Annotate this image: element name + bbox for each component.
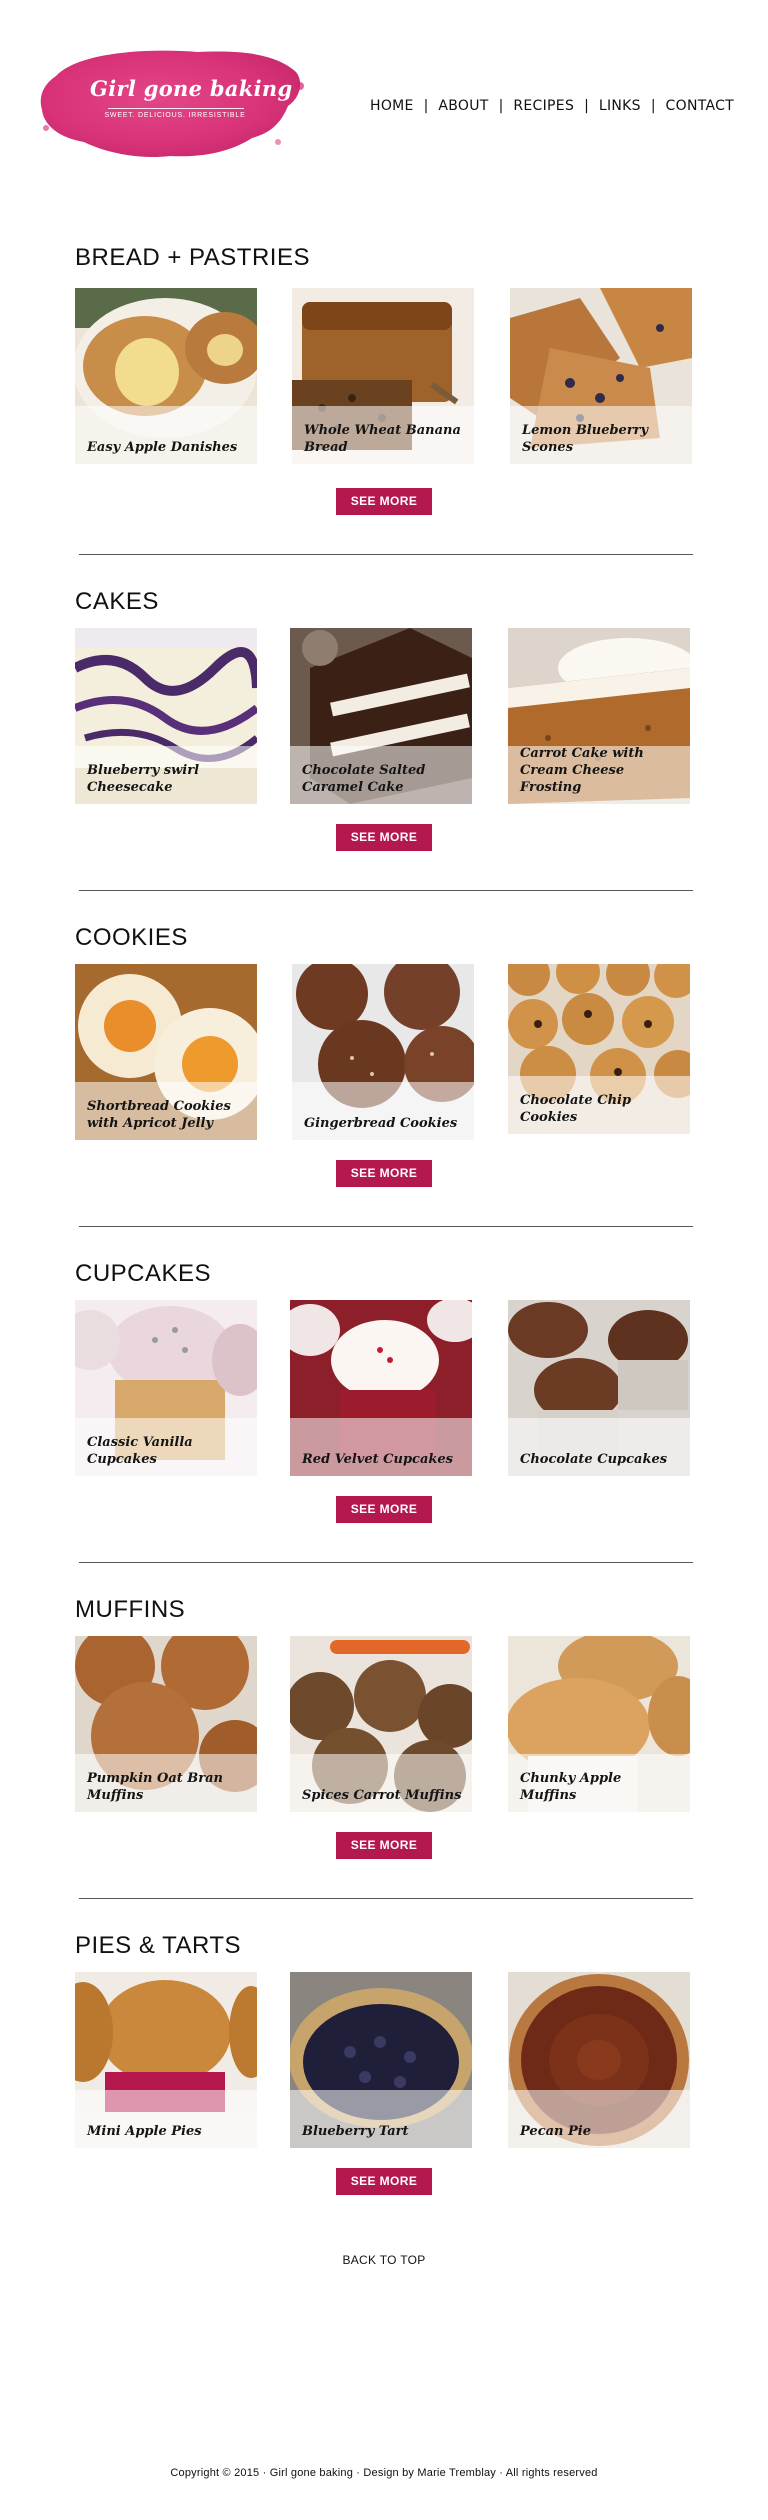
section-title: COOKIES [75, 924, 188, 951]
logo-tagline: SWEET. DELICIOUS. IRRESISTIBLE [104, 112, 246, 119]
recipe-card[interactable]: Chunky Apple Muffins [508, 1636, 690, 1812]
see-more-button[interactable]: SEE MORE [336, 1160, 432, 1187]
see-more-button[interactable]: SEE MORE [336, 488, 432, 515]
logo-title: Girl gone baking [90, 76, 293, 101]
nav-about[interactable]: ABOUT [438, 98, 488, 114]
nav-separator: | [650, 98, 656, 114]
nav-links[interactable]: LINKS [599, 98, 641, 114]
section-divider [79, 554, 693, 555]
recipe-card[interactable]: Chocolate Chip Cookies [508, 964, 690, 1140]
recipe-title: Shortbread Cookies with Apricot Jelly [87, 1099, 231, 1131]
recipe-title: Chunky Apple Muffins [520, 1771, 622, 1803]
section-divider [79, 1226, 693, 1227]
nav-home[interactable]: HOME [370, 98, 414, 114]
recipe-card[interactable]: Blueberry swirl Cheesecake [75, 628, 257, 804]
see-more-button[interactable]: SEE MORE [336, 824, 432, 851]
see-more-button[interactable]: SEE MORE [336, 1496, 432, 1523]
recipe-title: Pecan Pie [520, 2124, 591, 2139]
recipe-title: Red Velvet Cupcakes [302, 1452, 453, 1467]
nav-recipes[interactable]: RECIPES [513, 98, 574, 114]
recipe-title: Carrot Cake with Cream Cheese Frosting [520, 746, 644, 795]
footer-copyright: Copyright © 2015 · Girl gone baking · De… [170, 2467, 598, 2479]
recipe-card[interactable]: Chocolate Cupcakes [508, 1300, 690, 1476]
section-divider [79, 890, 693, 891]
logo-divider [108, 108, 244, 109]
recipe-title: Pumpkin Oat Bran Muffins [87, 1771, 223, 1803]
recipe-card[interactable]: Pumpkin Oat Bran Muffins [75, 1636, 257, 1812]
section-title: PIES & TARTS [75, 1932, 242, 1959]
recipe-card[interactable]: Classic Vanilla Cupcakes [75, 1300, 257, 1476]
recipe-title: Blueberry swirl Cheesecake [87, 763, 200, 795]
recipe-card[interactable]: Spices Carrot Muffins [290, 1636, 472, 1812]
recipe-title: Chocolate Salted Caramel Cake [302, 763, 426, 795]
section-title: CAKES [75, 588, 159, 615]
back-to-top: BACK TO TOP [0, 2253, 768, 2267]
main-nav: HOME | ABOUT | RECIPES | LINKS | CONTACT [370, 97, 734, 115]
nav-separator: | [423, 98, 429, 114]
recipe-title: Lemon Blueberry Scones [522, 423, 649, 455]
nav-contact[interactable]: CONTACT [666, 98, 735, 114]
recipe-card[interactable]: Blueberry Tart [290, 1972, 472, 2148]
back-to-top-link[interactable]: BACK TO TOP [342, 2253, 425, 2267]
recipe-card[interactable]: Mini Apple Pies [75, 1972, 257, 2148]
recipe-card[interactable]: Red Velvet Cupcakes [290, 1300, 472, 1476]
recipe-title: Whole Wheat Banana Bread [304, 423, 461, 455]
recipe-card[interactable]: Lemon Blueberry Scones [510, 288, 692, 464]
section-divider [79, 1562, 693, 1563]
logo[interactable]: Girl gone baking SWEET. DELICIOUS. IRRES… [38, 46, 308, 164]
recipe-card[interactable]: Shortbread Cookies with Apricot Jelly [75, 964, 257, 1140]
recipe-title: Gingerbread Cookies [304, 1116, 458, 1131]
nav-separator: | [584, 98, 589, 114]
recipe-title: Spices Carrot Muffins [302, 1788, 462, 1803]
recipe-card[interactable]: Chocolate Salted Caramel Cake [290, 628, 472, 804]
section-title: BREAD + PASTRIES [75, 244, 310, 271]
section-divider [79, 1898, 693, 1899]
section-title: MUFFINS [75, 1596, 186, 1623]
see-more-button[interactable]: SEE MORE [336, 1832, 432, 1859]
recipe-title: Mini Apple Pies [87, 2124, 202, 2139]
recipe-title: Chocolate Cupcakes [520, 1452, 668, 1467]
recipe-card[interactable]: Pecan Pie [508, 1972, 690, 2148]
recipe-card[interactable]: Carrot Cake with Cream Cheese Frosting [508, 628, 690, 804]
recipe-title: Blueberry Tart [302, 2124, 409, 2139]
nav-separator: | [498, 98, 504, 114]
recipe-title: Easy Apple Danishes [87, 440, 238, 455]
section-title: CUPCAKES [75, 1260, 212, 1287]
see-more-button[interactable]: SEE MORE [336, 2168, 432, 2195]
recipe-card[interactable]: Gingerbread Cookies [292, 964, 474, 1140]
recipe-card[interactable]: Easy Apple Danishes [75, 288, 257, 464]
recipe-card[interactable]: Whole Wheat Banana Bread [292, 288, 474, 464]
watercolor-splash-icon [40, 50, 304, 158]
recipe-title: Chocolate Chip Cookies [520, 1093, 632, 1125]
recipe-title: Classic Vanilla Cupcakes [87, 1435, 193, 1467]
